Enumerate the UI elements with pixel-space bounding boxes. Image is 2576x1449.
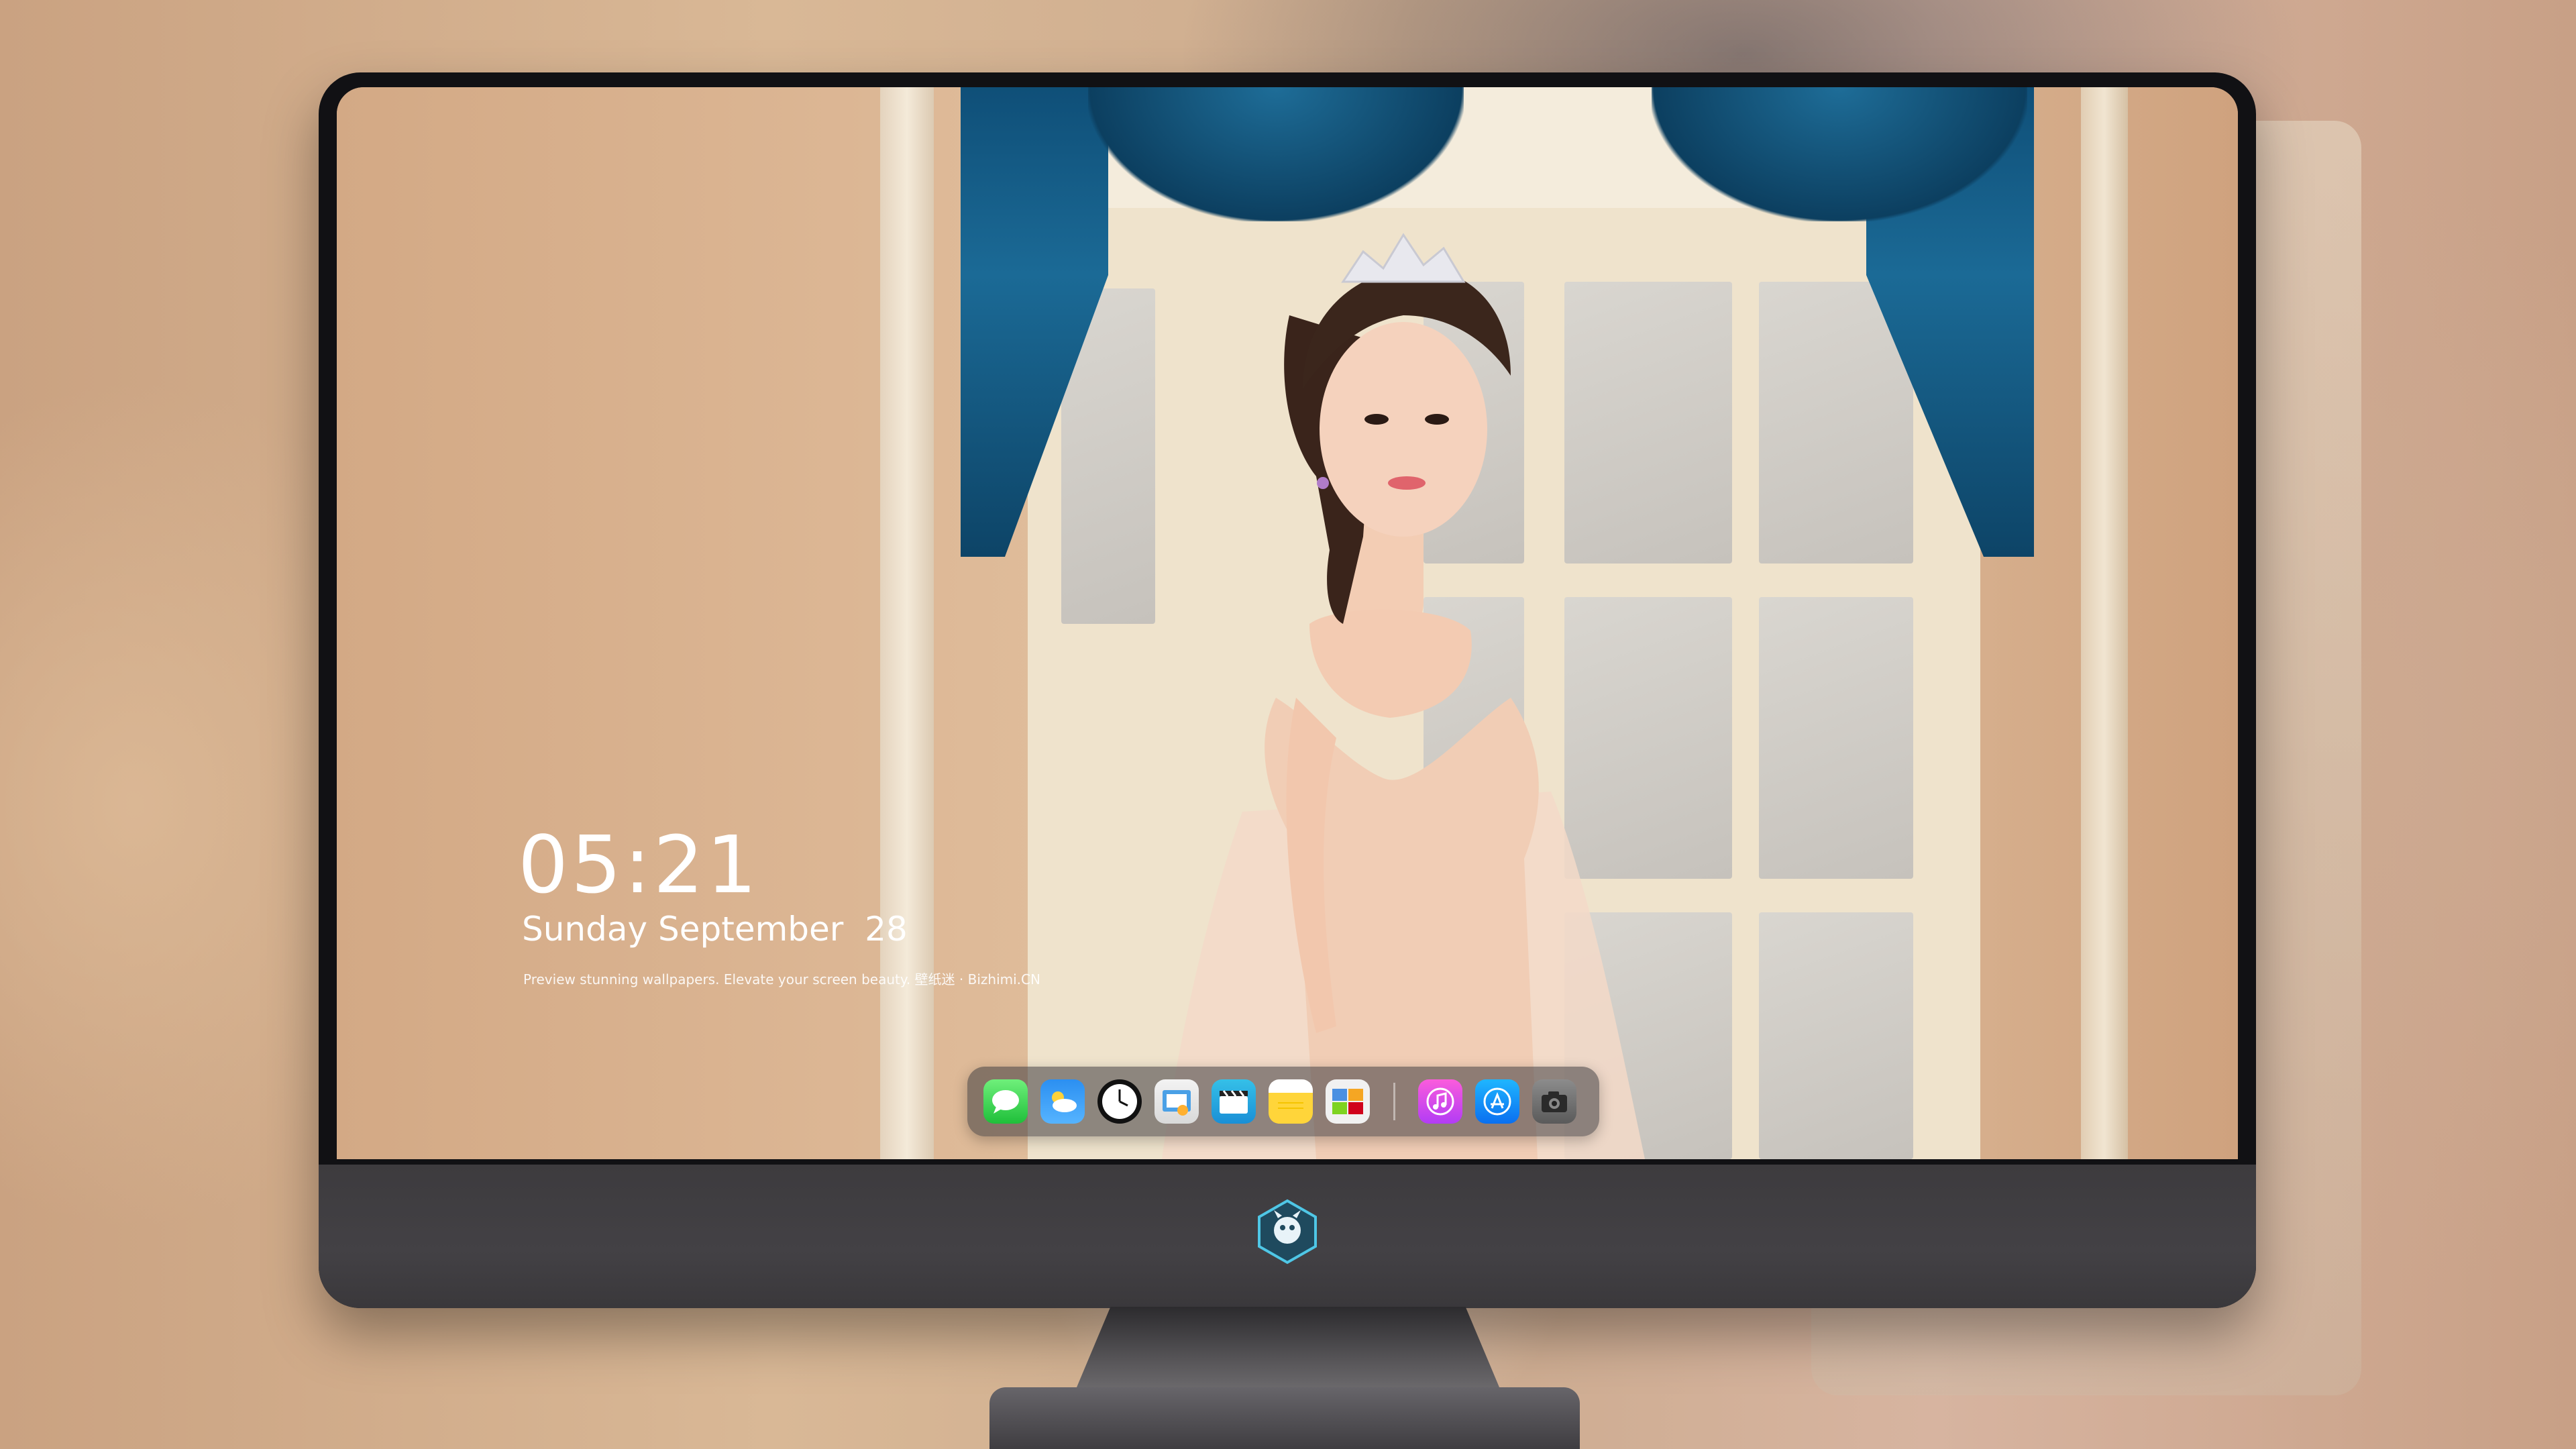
monitor-stand-base: [989, 1387, 1580, 1449]
notes-icon[interactable]: [1269, 1079, 1313, 1124]
lock-screen-clock: 05:21: [518, 818, 760, 911]
dragon-mascot-logo: [1258, 1199, 1317, 1265]
window-pane: [1759, 912, 1913, 1159]
app-store-icon[interactable]: [1475, 1079, 1519, 1124]
monitor: 05:21 Sunday September 28 Preview stunni…: [319, 72, 2256, 1308]
window-pane: [1759, 597, 1913, 879]
weather-icon[interactable]: [1040, 1079, 1085, 1124]
wallpaper-pillar: [880, 87, 934, 1159]
curtain-swag: [1652, 87, 2027, 221]
photo-gallery-icon[interactable]: [1326, 1079, 1370, 1124]
lock-screen-date: Sunday September 28: [522, 910, 908, 949]
wallpaper-pillar: [2081, 87, 2128, 1159]
monitor-chin: [319, 1165, 2256, 1308]
lock-screen-tagline: Preview stunning wallpapers. Elevate you…: [523, 971, 1040, 987]
music-note-icon[interactable]: [1418, 1079, 1462, 1124]
messages-icon[interactable]: [983, 1079, 1028, 1124]
camera-icon[interactable]: [1532, 1079, 1576, 1124]
dock: [967, 1067, 1599, 1136]
clock-icon[interactable]: [1097, 1079, 1142, 1124]
monitor-stand: [1077, 1307, 1499, 1387]
screen: 05:21 Sunday September 28 Preview stunni…: [337, 87, 2238, 1159]
portrait-figure: [1162, 233, 1645, 1159]
preview-icon[interactable]: [1155, 1079, 1199, 1124]
dock-separator: [1393, 1083, 1395, 1120]
clapperboard-icon[interactable]: [1212, 1079, 1256, 1124]
